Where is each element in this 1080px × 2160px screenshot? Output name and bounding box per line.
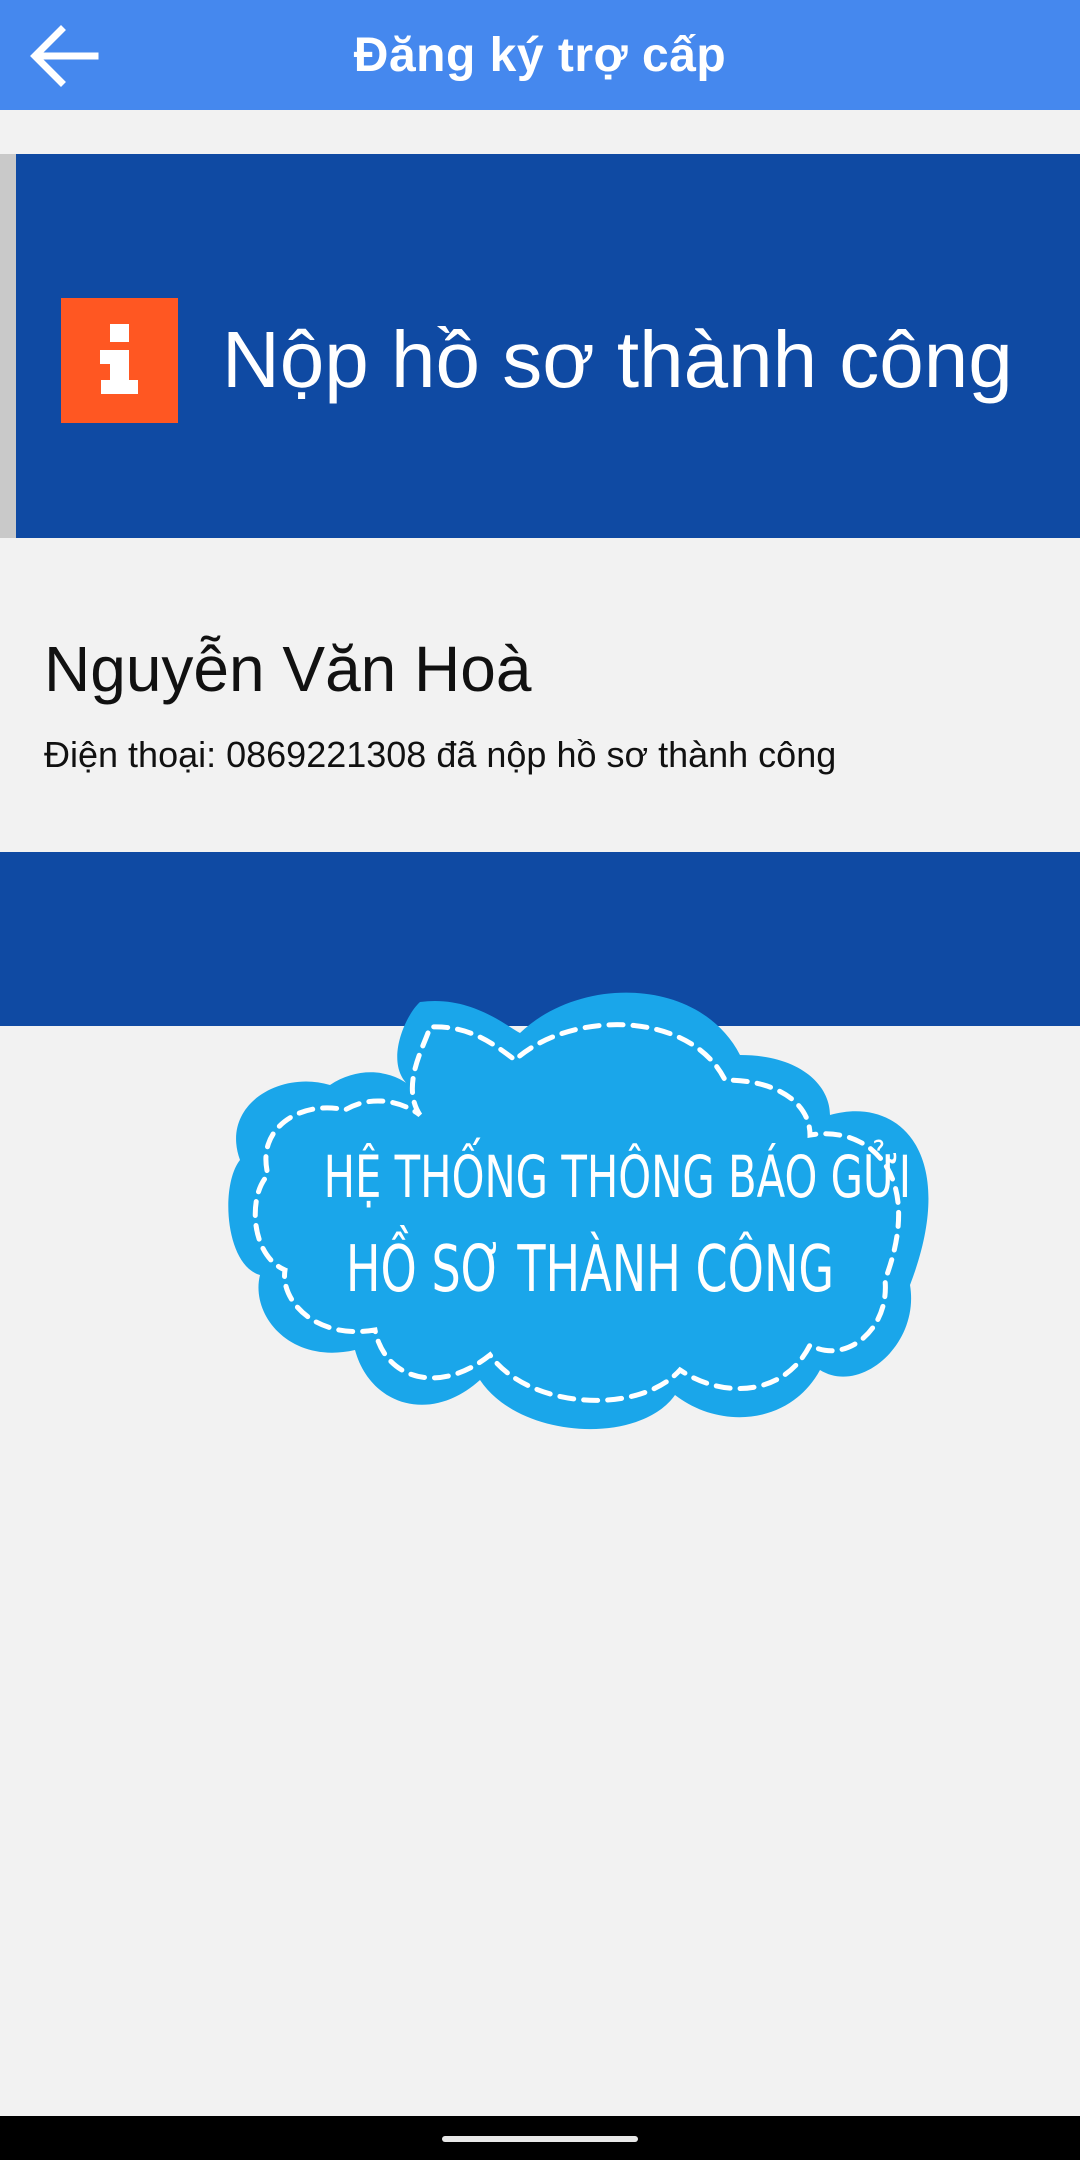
app-screen: Đăng ký trợ cấp Nộp hồ sơ thành công Ngu… — [0, 0, 1080, 2160]
applicant-phone-status: Điện thoại: 0869221308 đã nộp hồ sơ thàn… — [44, 734, 837, 775]
banner-title: Nộp hồ sơ thành công — [222, 315, 1013, 404]
system-nav-bar — [0, 2116, 1080, 2160]
home-gesture-handle[interactable] — [442, 2136, 638, 2142]
cloud-shape — [228, 992, 929, 1430]
success-banner: Nộp hồ sơ thành công — [0, 154, 1080, 538]
page-title: Đăng ký trợ cấp — [353, 28, 727, 82]
banner-edge — [0, 154, 16, 538]
info-icon — [61, 298, 178, 423]
app-bar: Đăng ký trợ cấp — [0, 0, 1080, 110]
arrow-left-icon — [30, 25, 99, 87]
cloud-text-line-2: HỒ SƠ THÀNH CÔNG — [345, 1233, 835, 1307]
cloud-message: HỆ THỐNG THÔNG BÁO GỬI HỒ SƠ THÀNH CÔNG — [220, 985, 960, 1445]
cloud-text-line-1: HỆ THỐNG THÔNG BÁO GỬI — [323, 1143, 912, 1211]
back-button[interactable] — [18, 14, 108, 98]
applicant-name: Nguyễn Văn Hoà — [44, 633, 532, 705]
